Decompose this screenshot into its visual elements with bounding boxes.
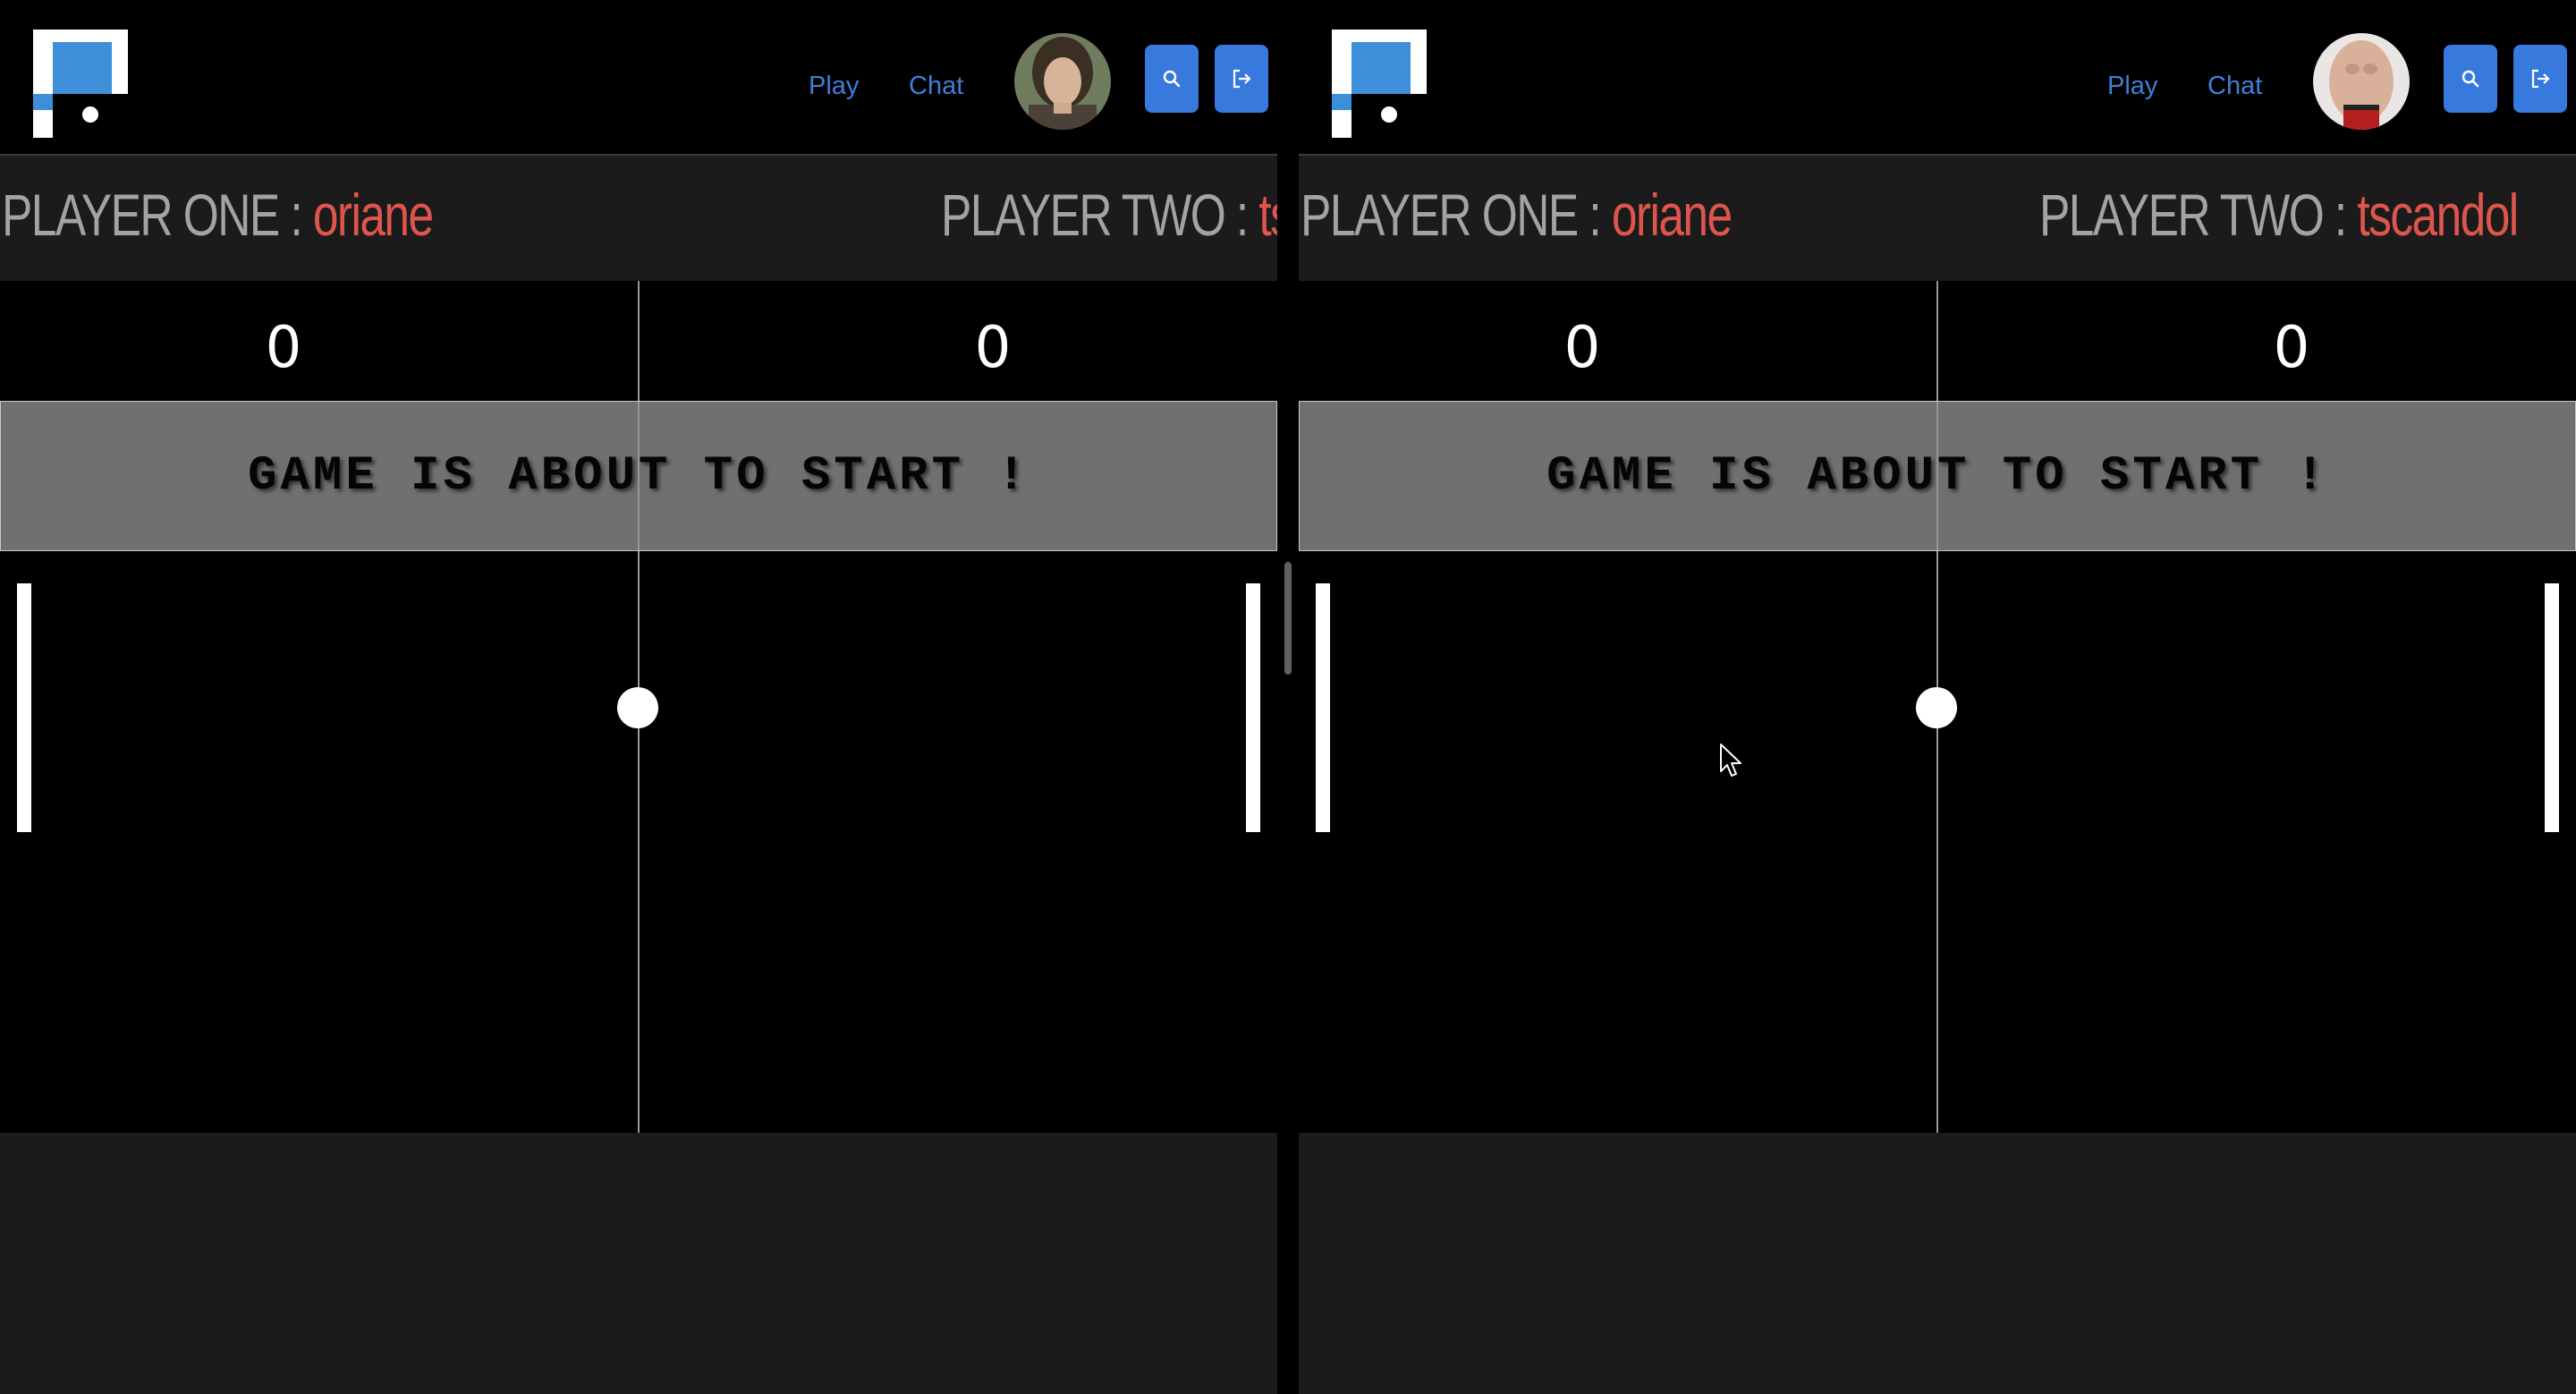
player-two: PLAYER TWO : tscandol — [2039, 157, 2519, 281]
left-game-window: Play Chat PLAYER ONE : oriane PLAYER TWO… — [0, 0, 1277, 1394]
ball — [1916, 687, 1957, 728]
scrollbar-thumb[interactable] — [1284, 562, 1292, 675]
nav-chat-link[interactable]: Chat — [2207, 68, 2262, 104]
players-bar: PLAYER ONE : oriane PLAYER TWO : tscando… — [1299, 157, 2576, 281]
player-one: PLAYER ONE : oriane — [2, 157, 434, 281]
nav-play-link[interactable]: Play — [2107, 68, 2157, 104]
right-paddle — [1246, 583, 1260, 832]
logout-button[interactable] — [1215, 45, 1268, 113]
player-one: PLAYER ONE : oriane — [1301, 157, 1733, 281]
search-button[interactable] — [2444, 45, 2497, 113]
status-banner: GAME IS ABOUT TO START ! — [0, 401, 1277, 551]
status-banner-text: GAME IS ABOUT TO START ! — [248, 448, 1030, 504]
score-left: 0 — [1563, 315, 1601, 381]
nav-play-link[interactable]: Play — [809, 68, 859, 104]
logout-icon — [2531, 69, 2550, 89]
score-right: 0 — [974, 315, 1012, 381]
left-paddle — [1316, 583, 1330, 832]
players-bar: PLAYER ONE : oriane PLAYER TWO : tscando… — [0, 157, 1277, 281]
app-logo[interactable] — [33, 30, 128, 138]
right-paddle — [2545, 583, 2559, 832]
game-field: 0 0 GAME IS ABOUT TO START ! — [1299, 281, 2576, 1133]
logout-icon — [1233, 69, 1251, 89]
user-avatar[interactable] — [2313, 33, 2410, 130]
search-button[interactable] — [1145, 45, 1199, 113]
left-paddle — [17, 583, 31, 832]
player-one-name: oriane — [312, 182, 434, 248]
logout-button[interactable] — [2513, 45, 2567, 113]
navbar: Play Chat — [1299, 0, 2576, 156]
score-left: 0 — [265, 315, 302, 381]
player-two-name: tscandol — [2357, 182, 2519, 248]
status-banner-text: GAME IS ABOUT TO START ! — [1546, 448, 2328, 504]
player-two-label: PLAYER TWO : — [2039, 182, 2358, 248]
nav-chat-link[interactable]: Chat — [909, 68, 963, 104]
navbar: Play Chat — [0, 0, 1277, 156]
score-right: 0 — [2273, 315, 2310, 381]
game-field: 0 0 GAME IS ABOUT TO START ! — [0, 281, 1277, 1133]
player-two: PLAYER TWO : tscandol — [941, 157, 1277, 281]
player-two-name: tscandol — [1258, 182, 1277, 248]
player-one-name: oriane — [1611, 182, 1733, 248]
window-divider — [1277, 0, 1299, 1394]
player-one-label: PLAYER ONE : — [1301, 182, 1612, 248]
player-two-label: PLAYER TWO : — [941, 182, 1259, 248]
player-one-label: PLAYER ONE : — [2, 182, 313, 248]
right-game-window: Play Chat PLAYER ONE: oriane PLAYER TWO… — [1299, 0, 2576, 1394]
status-banner: GAME IS ABOUT TO START ! — [1299, 401, 2576, 551]
search-icon — [1163, 70, 1181, 88]
mouse-cursor-icon — [1720, 744, 1741, 777]
app-logo[interactable] — [1332, 30, 1427, 138]
user-avatar[interactable] — [1014, 33, 1111, 130]
ball — [617, 687, 658, 728]
search-icon — [2462, 70, 2479, 88]
